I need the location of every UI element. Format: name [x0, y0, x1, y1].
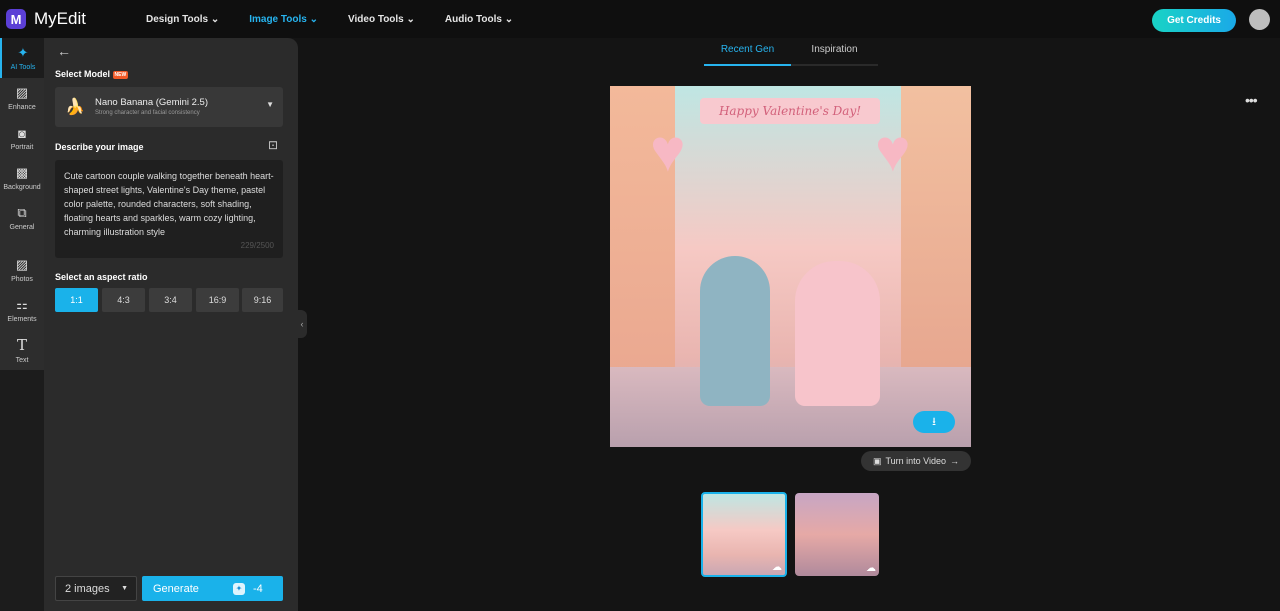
ratio-1-1[interactable]: 1:1 [55, 288, 98, 312]
nav-video-tools[interactable]: Video Tools ⌄ [348, 14, 415, 25]
char-count: 229/2500 [240, 241, 274, 250]
result-tabs: Recent Gen Inspiration [704, 44, 878, 66]
ai-tools-panel: ← Select Model NEW 🍌 Nano Banana (Gemini… [44, 38, 298, 611]
ratio-16-9[interactable]: 16:9 [196, 288, 239, 312]
new-badge: NEW [112, 70, 129, 79]
general-icon: ⧉ [17, 205, 27, 220]
get-credits-button[interactable]: Get Credits [1152, 9, 1236, 32]
ratio-3-4[interactable]: 3:4 [149, 288, 192, 312]
rail-enhance[interactable]: ▨ Enhance [0, 78, 44, 118]
background-icon: ▩ [15, 165, 29, 180]
download-icon[interactable]: ⭳ [913, 411, 955, 433]
banana-icon: 🍌 [65, 99, 85, 116]
nav-audio-tools[interactable]: Audio Tools ⌄ [445, 14, 513, 25]
cloud-icon: ☁ [866, 563, 876, 574]
avatar[interactable] [1249, 9, 1270, 30]
thumbnail-1[interactable]: ☁ [701, 492, 787, 577]
turn-into-video-button[interactable]: ▣ Turn into Video → [861, 451, 971, 471]
collapse-panel-button[interactable]: ‹ [297, 310, 307, 338]
app-name: MyEdit [34, 9, 86, 28]
nav-image-tools[interactable]: Image Tools ⌄ [249, 14, 318, 25]
model-description: Strong character and facial consistency [95, 110, 200, 116]
generated-image[interactable]: Happy Valentine's Day! ♥ ♥ ⭳ [610, 86, 971, 447]
text-icon: T [16, 336, 27, 354]
girl-figure [795, 261, 880, 406]
aspect-ratio-label: Select an aspect ratio [55, 272, 148, 282]
portrait-icon: ◙ [18, 125, 26, 141]
image-count-dropdown[interactable]: 2 images ▼ [55, 576, 137, 601]
photos-icon: ▨ [15, 257, 29, 272]
prompt-textarea[interactable]: Cute cartoon couple walking together ben… [55, 160, 283, 258]
ratio-4-3[interactable]: 4:3 [102, 288, 145, 312]
tab-inspiration[interactable]: Inspiration [791, 44, 878, 66]
rail-text[interactable]: T Text [0, 330, 44, 370]
credit-cost: -4 [253, 582, 263, 595]
chevron-down-icon: ▼ [121, 585, 128, 592]
image-banner: Happy Valentine's Day! [700, 98, 880, 124]
rail-divider [0, 238, 44, 250]
rail-background[interactable]: ▩ Background [0, 158, 44, 198]
rail-portrait[interactable]: ◙ Portrait [0, 118, 44, 158]
ratio-9-16[interactable]: 9:16 [242, 288, 283, 312]
thumbnail-2[interactable]: ☁ [795, 493, 879, 576]
top-bar: M MyEdit Design Tools ⌄ Image Tools ⌄ Vid… [0, 0, 1280, 38]
rail-general[interactable]: ⧉ General [0, 198, 44, 238]
more-options-icon[interactable]: ••• [1245, 92, 1258, 108]
rail-photos[interactable]: ▨ Photos [0, 250, 44, 290]
heart-lamp: ♥ [650, 117, 686, 184]
back-arrow-icon[interactable]: ← [57, 43, 71, 59]
enhance-icon: ▨ [15, 85, 29, 100]
elements-icon: ⚏ [16, 297, 28, 312]
tool-rail: ✦ AI Tools ▨ Enhance ◙ Portrait ▩ Background… [0, 38, 44, 611]
main-nav: Design Tools ⌄ Image Tools ⌄ Video Tools… [146, 14, 543, 25]
describe-label: Describe your image [55, 142, 144, 152]
generate-button[interactable]: Generate ✦ -4 [142, 576, 283, 601]
boy-figure [700, 256, 770, 406]
video-icon: ▣ [872, 455, 882, 466]
tab-recent-gen[interactable]: Recent Gen [704, 44, 791, 66]
logo[interactable]: M MyEdit [6, 9, 146, 29]
arrow-right-icon: → [950, 456, 960, 466]
nav-design-tools[interactable]: Design Tools ⌄ [146, 14, 219, 25]
cloud-icon: ☁ [772, 562, 782, 573]
magic-wand-icon: ✦ [17, 45, 29, 60]
rail-elements[interactable]: ⚏ Elements [0, 290, 44, 330]
chevron-down-icon: ▼ [266, 100, 274, 109]
image-upload-icon[interactable]: ⊡ [268, 138, 278, 152]
heart-lamp: ♥ [875, 117, 911, 184]
credit-icon: ✦ [233, 582, 245, 595]
rail-ai-tools[interactable]: ✦ AI Tools [0, 38, 44, 78]
model-name: Nano Banana (Gemini 2.5) [95, 97, 209, 108]
logo-icon: M [6, 9, 26, 29]
select-model-label: Select Model NEW [55, 69, 129, 79]
model-dropdown[interactable]: 🍌 Nano Banana (Gemini 2.5) Strong charac… [55, 87, 283, 127]
